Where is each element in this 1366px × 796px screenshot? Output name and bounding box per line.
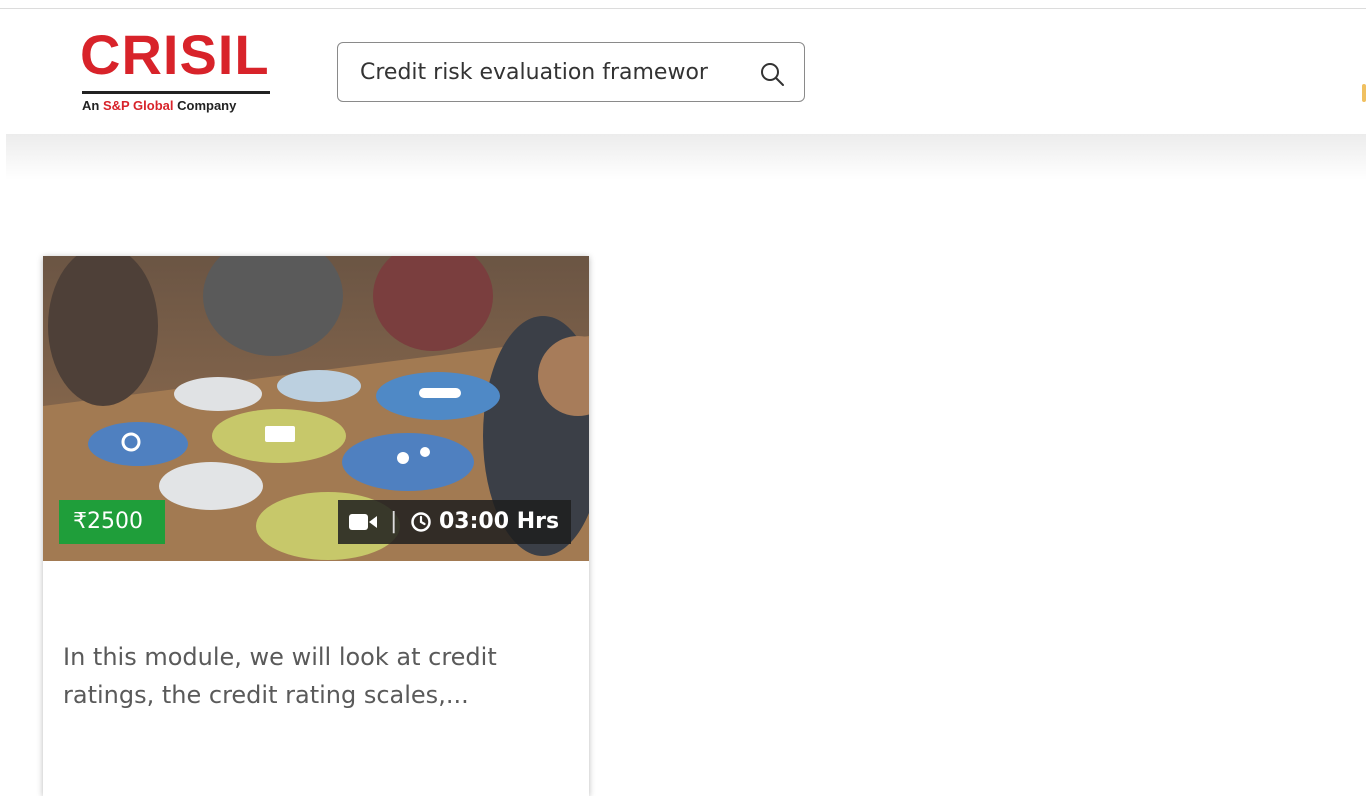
tagline-suffix: Company — [173, 98, 237, 113]
course-description: In this module, we will look at credit r… — [63, 643, 497, 709]
search-input[interactable] — [360, 55, 750, 89]
clock-icon — [411, 512, 431, 532]
course-thumbnail[interactable]: ₹2500 | 03:00 Hrs — [43, 256, 589, 561]
meta-separator: | — [390, 509, 398, 534]
course-meta-badge: | 03:00 Hrs — [338, 500, 571, 544]
tagline-brand: S&P Global — [102, 98, 174, 113]
video-camera-icon — [349, 514, 377, 530]
course-card[interactable]: ₹2500 | 03:00 Hrs In this module, we wil… — [43, 256, 589, 796]
header-shadow — [6, 134, 1366, 180]
logo-wordmark: CRISIL — [80, 23, 270, 86]
logo-rule — [82, 91, 270, 94]
crisil-logo[interactable]: CRISIL An S&P Global Company — [80, 26, 272, 122]
logo-tagline: An S&P Global Company — [82, 98, 236, 113]
search-box — [337, 42, 805, 102]
tagline-prefix: An — [82, 98, 103, 113]
header-edge-marker — [1362, 84, 1366, 102]
price-badge: ₹2500 — [59, 500, 165, 544]
course-duration: 03:00 Hrs — [439, 509, 560, 534]
search-icon[interactable] — [759, 61, 785, 87]
